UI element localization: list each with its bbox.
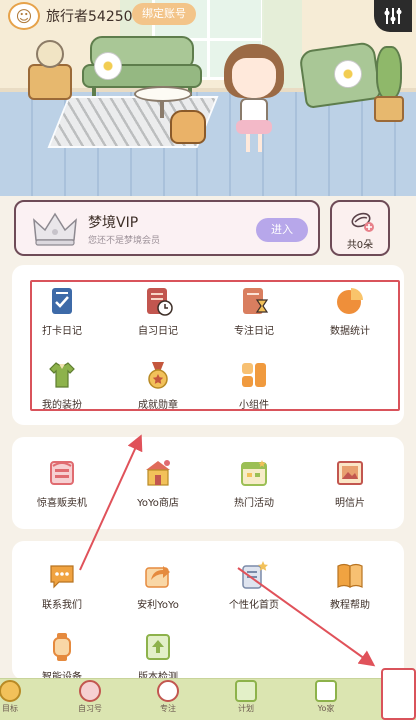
smart-device-item[interactable]: 智能设备 bbox=[14, 632, 110, 683]
user-avatar[interactable]: ☺ bbox=[8, 2, 40, 30]
vending-machine-icon bbox=[47, 458, 77, 488]
customize-home-item[interactable]: 个性化首页 bbox=[206, 560, 302, 611]
shop-icon bbox=[143, 458, 173, 488]
yoyo-shop-item[interactable]: YoYo商店 bbox=[110, 458, 206, 509]
nav-label: 目标 bbox=[2, 704, 18, 713]
item-label: 个性化首页 bbox=[229, 600, 279, 611]
nav-label: 专注 bbox=[160, 704, 176, 713]
update-icon bbox=[143, 632, 173, 662]
nav-label: Yo家 bbox=[317, 704, 335, 713]
share-icon bbox=[143, 560, 173, 590]
settings-icon[interactable] bbox=[374, 0, 412, 32]
version-check-item[interactable]: 版本检测 bbox=[110, 632, 206, 683]
vip-card[interactable]: 梦境VIP 您还不是梦境会员 进入 bbox=[14, 200, 320, 256]
tutorial-help-item[interactable]: 教程帮助 bbox=[302, 560, 398, 611]
highlight-box bbox=[30, 280, 400, 411]
plant-stand bbox=[372, 34, 406, 126]
nav-label: 自习号 bbox=[78, 704, 102, 713]
item-label: 联系我们 bbox=[42, 600, 82, 611]
item-label: 明信片 bbox=[335, 498, 365, 509]
highlight-box bbox=[381, 668, 416, 720]
character[interactable] bbox=[222, 44, 286, 154]
bind-account-button[interactable]: 绑定账号 bbox=[132, 3, 196, 25]
nav-plan[interactable]: 计划 bbox=[214, 679, 278, 720]
item-label: 热门活动 bbox=[234, 498, 274, 509]
cushion-flower bbox=[94, 52, 122, 80]
item-label: 惊喜贩卖机 bbox=[37, 498, 87, 509]
potted-plant bbox=[36, 40, 64, 68]
crown-icon bbox=[30, 210, 80, 248]
item-label: 安利YoYo bbox=[137, 600, 179, 611]
book-icon bbox=[335, 560, 365, 590]
room-scene[interactable] bbox=[0, 0, 416, 196]
shiba-dog[interactable] bbox=[170, 110, 206, 144]
surprise-vending-item[interactable]: 惊喜贩卖机 bbox=[14, 458, 110, 509]
cushion-flower bbox=[334, 60, 362, 88]
username: 旅行者54250 bbox=[46, 9, 133, 25]
flower-count: 共0朵 bbox=[346, 240, 374, 251]
contact-us-item[interactable]: 联系我们 bbox=[14, 560, 110, 611]
rocket-icon bbox=[79, 680, 101, 702]
vip-subtitle: 您还不是梦境会员 bbox=[88, 236, 161, 246]
postcard-item[interactable]: 明信片 bbox=[302, 458, 398, 509]
plan-icon bbox=[235, 680, 257, 702]
chat-icon bbox=[47, 560, 77, 590]
home-icon bbox=[315, 680, 337, 702]
customize-icon bbox=[239, 560, 269, 590]
flower-counter[interactable]: 共0朵 bbox=[330, 200, 390, 256]
nav-home[interactable]: Yo家 bbox=[294, 679, 358, 720]
vip-enter-button[interactable]: 进入 bbox=[256, 218, 308, 242]
hot-events-item[interactable]: 热门活动 bbox=[206, 458, 302, 509]
nav-target[interactable]: 目标 bbox=[0, 679, 42, 720]
bottom-nav: 目标 自习号 专注 计划 Yo家 我的 bbox=[0, 678, 416, 720]
nav-study-room[interactable]: 自习号 bbox=[58, 679, 122, 720]
focus-icon bbox=[157, 680, 179, 702]
recommend-yoyo-item[interactable]: 安利YoYo bbox=[110, 560, 206, 611]
watch-icon bbox=[47, 632, 77, 662]
target-icon bbox=[0, 680, 21, 702]
item-label: 教程帮助 bbox=[330, 600, 370, 611]
basket bbox=[28, 64, 72, 100]
nav-focus[interactable]: 专注 bbox=[136, 679, 200, 720]
flower-icon bbox=[349, 208, 374, 232]
postcard-icon bbox=[335, 458, 365, 488]
calendar-icon bbox=[239, 458, 269, 488]
vip-title: 梦境VIP bbox=[88, 215, 139, 231]
nav-label: 计划 bbox=[238, 704, 254, 713]
item-label: YoYo商店 bbox=[137, 498, 179, 509]
